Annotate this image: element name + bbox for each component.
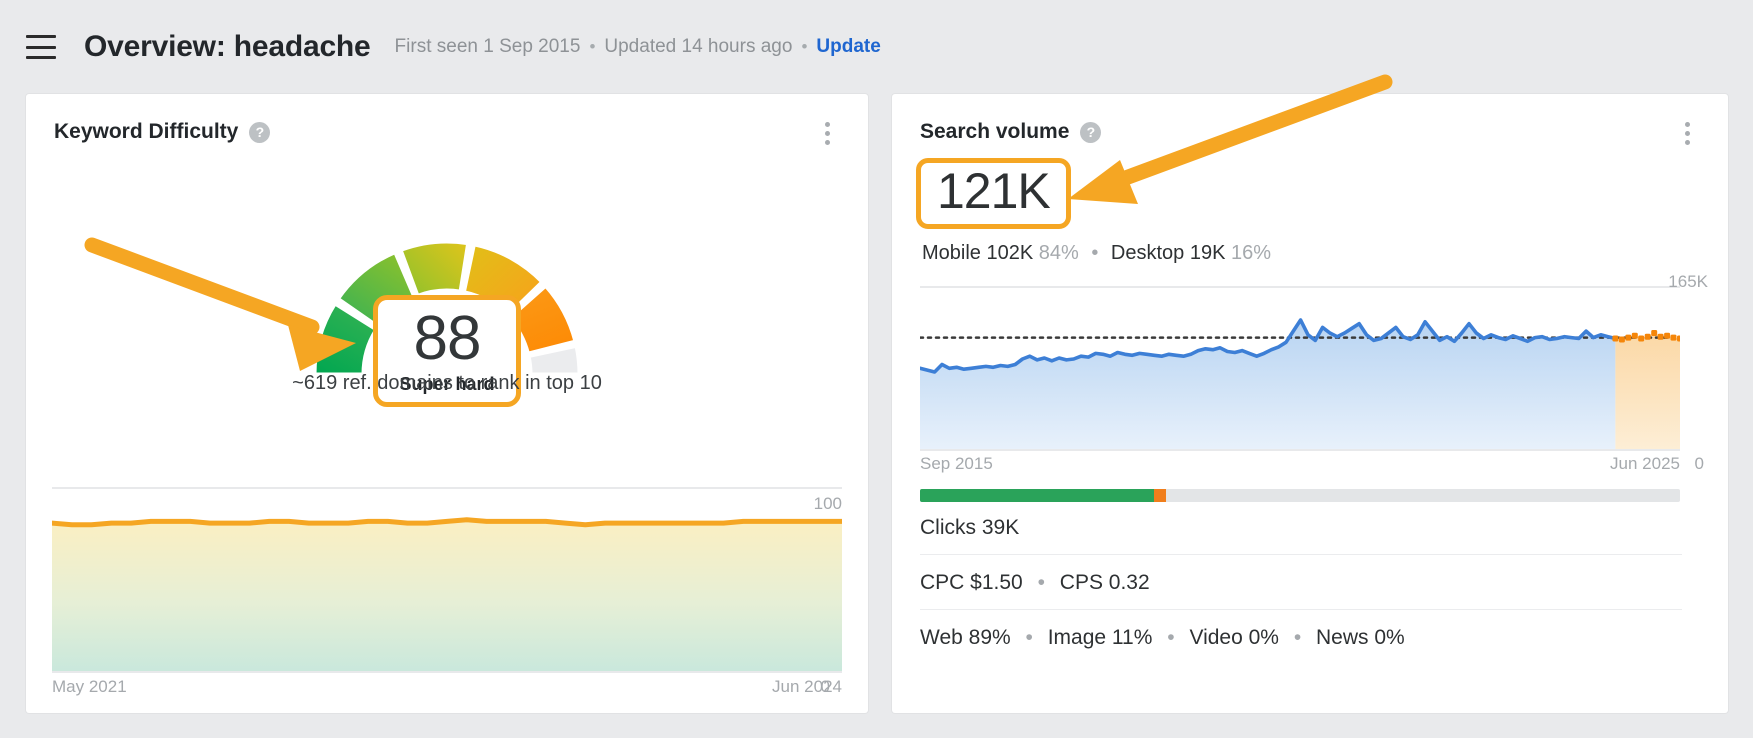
search-volume-value: 121K: [937, 165, 1050, 218]
sv-card-title: Search volume: [920, 120, 1069, 144]
desktop-volume: Desktop 19K: [1111, 242, 1226, 264]
search-volume-card: Search volume ? 121K Mobile 102K 84% • D…: [892, 94, 1728, 713]
question-mark-icon[interactable]: ?: [1080, 122, 1101, 143]
kd-trend-chart: [52, 484, 842, 674]
serp-image: Image 11%: [1048, 626, 1153, 649]
kd-subtext: ~619 ref. domains to rank in top 10: [26, 372, 868, 395]
search-volume-chart: [920, 284, 1680, 452]
kd-card-title: Keyword Difficulty: [54, 120, 238, 144]
keyword-difficulty-card: Keyword Difficulty ?: [26, 94, 868, 713]
clicks-distribution-bar: [920, 489, 1680, 502]
clicks-row: Clicks 39K: [920, 516, 1682, 540]
clicks-bar-organic-segment: [920, 489, 1154, 502]
device-breakdown: Mobile 102K 84% • Desktop 19K 16%: [922, 242, 1271, 265]
serp-separator-2: •: [1167, 626, 1174, 649]
kd-score-value: 88: [414, 308, 481, 370]
sv-chart-area: [920, 320, 1615, 450]
sv-chart-xend: Jun 2025: [1610, 454, 1680, 474]
mobile-percent: 84%: [1039, 242, 1079, 264]
first-seen-text: First seen 1 Sep 2015: [395, 36, 581, 58]
update-link[interactable]: Update: [816, 36, 880, 58]
sv-chart-forecast-area: [1615, 333, 1680, 450]
cps-value: CPS 0.32: [1060, 571, 1150, 594]
kd-chart-ymax: 100: [814, 494, 842, 514]
sv-card-header: Search volume ?: [920, 120, 1101, 144]
search-volume-badge: 121K: [916, 158, 1071, 229]
cpc-value: CPC $1.50: [920, 571, 1023, 594]
clicks-bar-paid-segment: [1154, 489, 1166, 502]
sv-chart-xaxis: Sep 2015 Jun 2025: [920, 454, 1680, 474]
kd-chart-xend: Jun 2024: [772, 677, 842, 697]
clicks-value: Clicks 39K: [920, 516, 1019, 539]
page-header: Overview: headache First seen 1 Sep 2015…: [0, 0, 1753, 94]
sv-chart-xstart: Sep 2015: [920, 454, 993, 474]
kd-chart-area: [52, 520, 842, 672]
updated-text: Updated 14 hours ago: [604, 36, 792, 58]
breakdown-separator: •: [1091, 242, 1098, 264]
kd-gauge: 88 Super hard: [26, 174, 868, 474]
divider-2: [920, 609, 1682, 610]
header-meta: First seen 1 Sep 2015 • Updated 14 hours…: [395, 36, 881, 58]
desktop-percent: 16%: [1231, 242, 1271, 264]
hamburger-icon[interactable]: [26, 35, 56, 59]
kd-chart-xaxis: May 2021 Jun 2024: [52, 677, 842, 697]
page-title: Overview: headache: [84, 30, 371, 64]
serp-separator-1: •: [1026, 626, 1033, 649]
divider-1: [920, 554, 1682, 555]
kebab-menu-icon[interactable]: [1674, 120, 1700, 146]
cpc-separator: •: [1038, 571, 1045, 594]
app-root: Overview: headache First seen 1 Sep 2015…: [0, 0, 1753, 738]
question-mark-icon[interactable]: ?: [249, 122, 270, 143]
kd-chart-xstart: May 2021: [52, 677, 127, 697]
meta-separator-2: •: [801, 37, 807, 57]
kebab-menu-icon[interactable]: [814, 120, 840, 146]
mobile-volume: Mobile 102K: [922, 242, 1033, 264]
sv-chart-ymax: 165K: [1668, 272, 1708, 292]
serp-web: Web 89%: [920, 626, 1011, 649]
serp-features-row: Web 89% • Image 11% • Video 0% • News 0%: [920, 626, 1682, 650]
serp-news: News 0%: [1316, 626, 1405, 649]
kd-chart-ymin: 0: [821, 677, 830, 697]
cpc-cps-row: CPC $1.50 • CPS 0.32: [920, 571, 1682, 595]
sv-chart-ymin: 0: [1695, 454, 1704, 474]
serp-video: Video 0%: [1189, 626, 1279, 649]
serp-separator-3: •: [1294, 626, 1301, 649]
kd-card-header: Keyword Difficulty ?: [54, 120, 270, 144]
meta-separator-1: •: [589, 37, 595, 57]
